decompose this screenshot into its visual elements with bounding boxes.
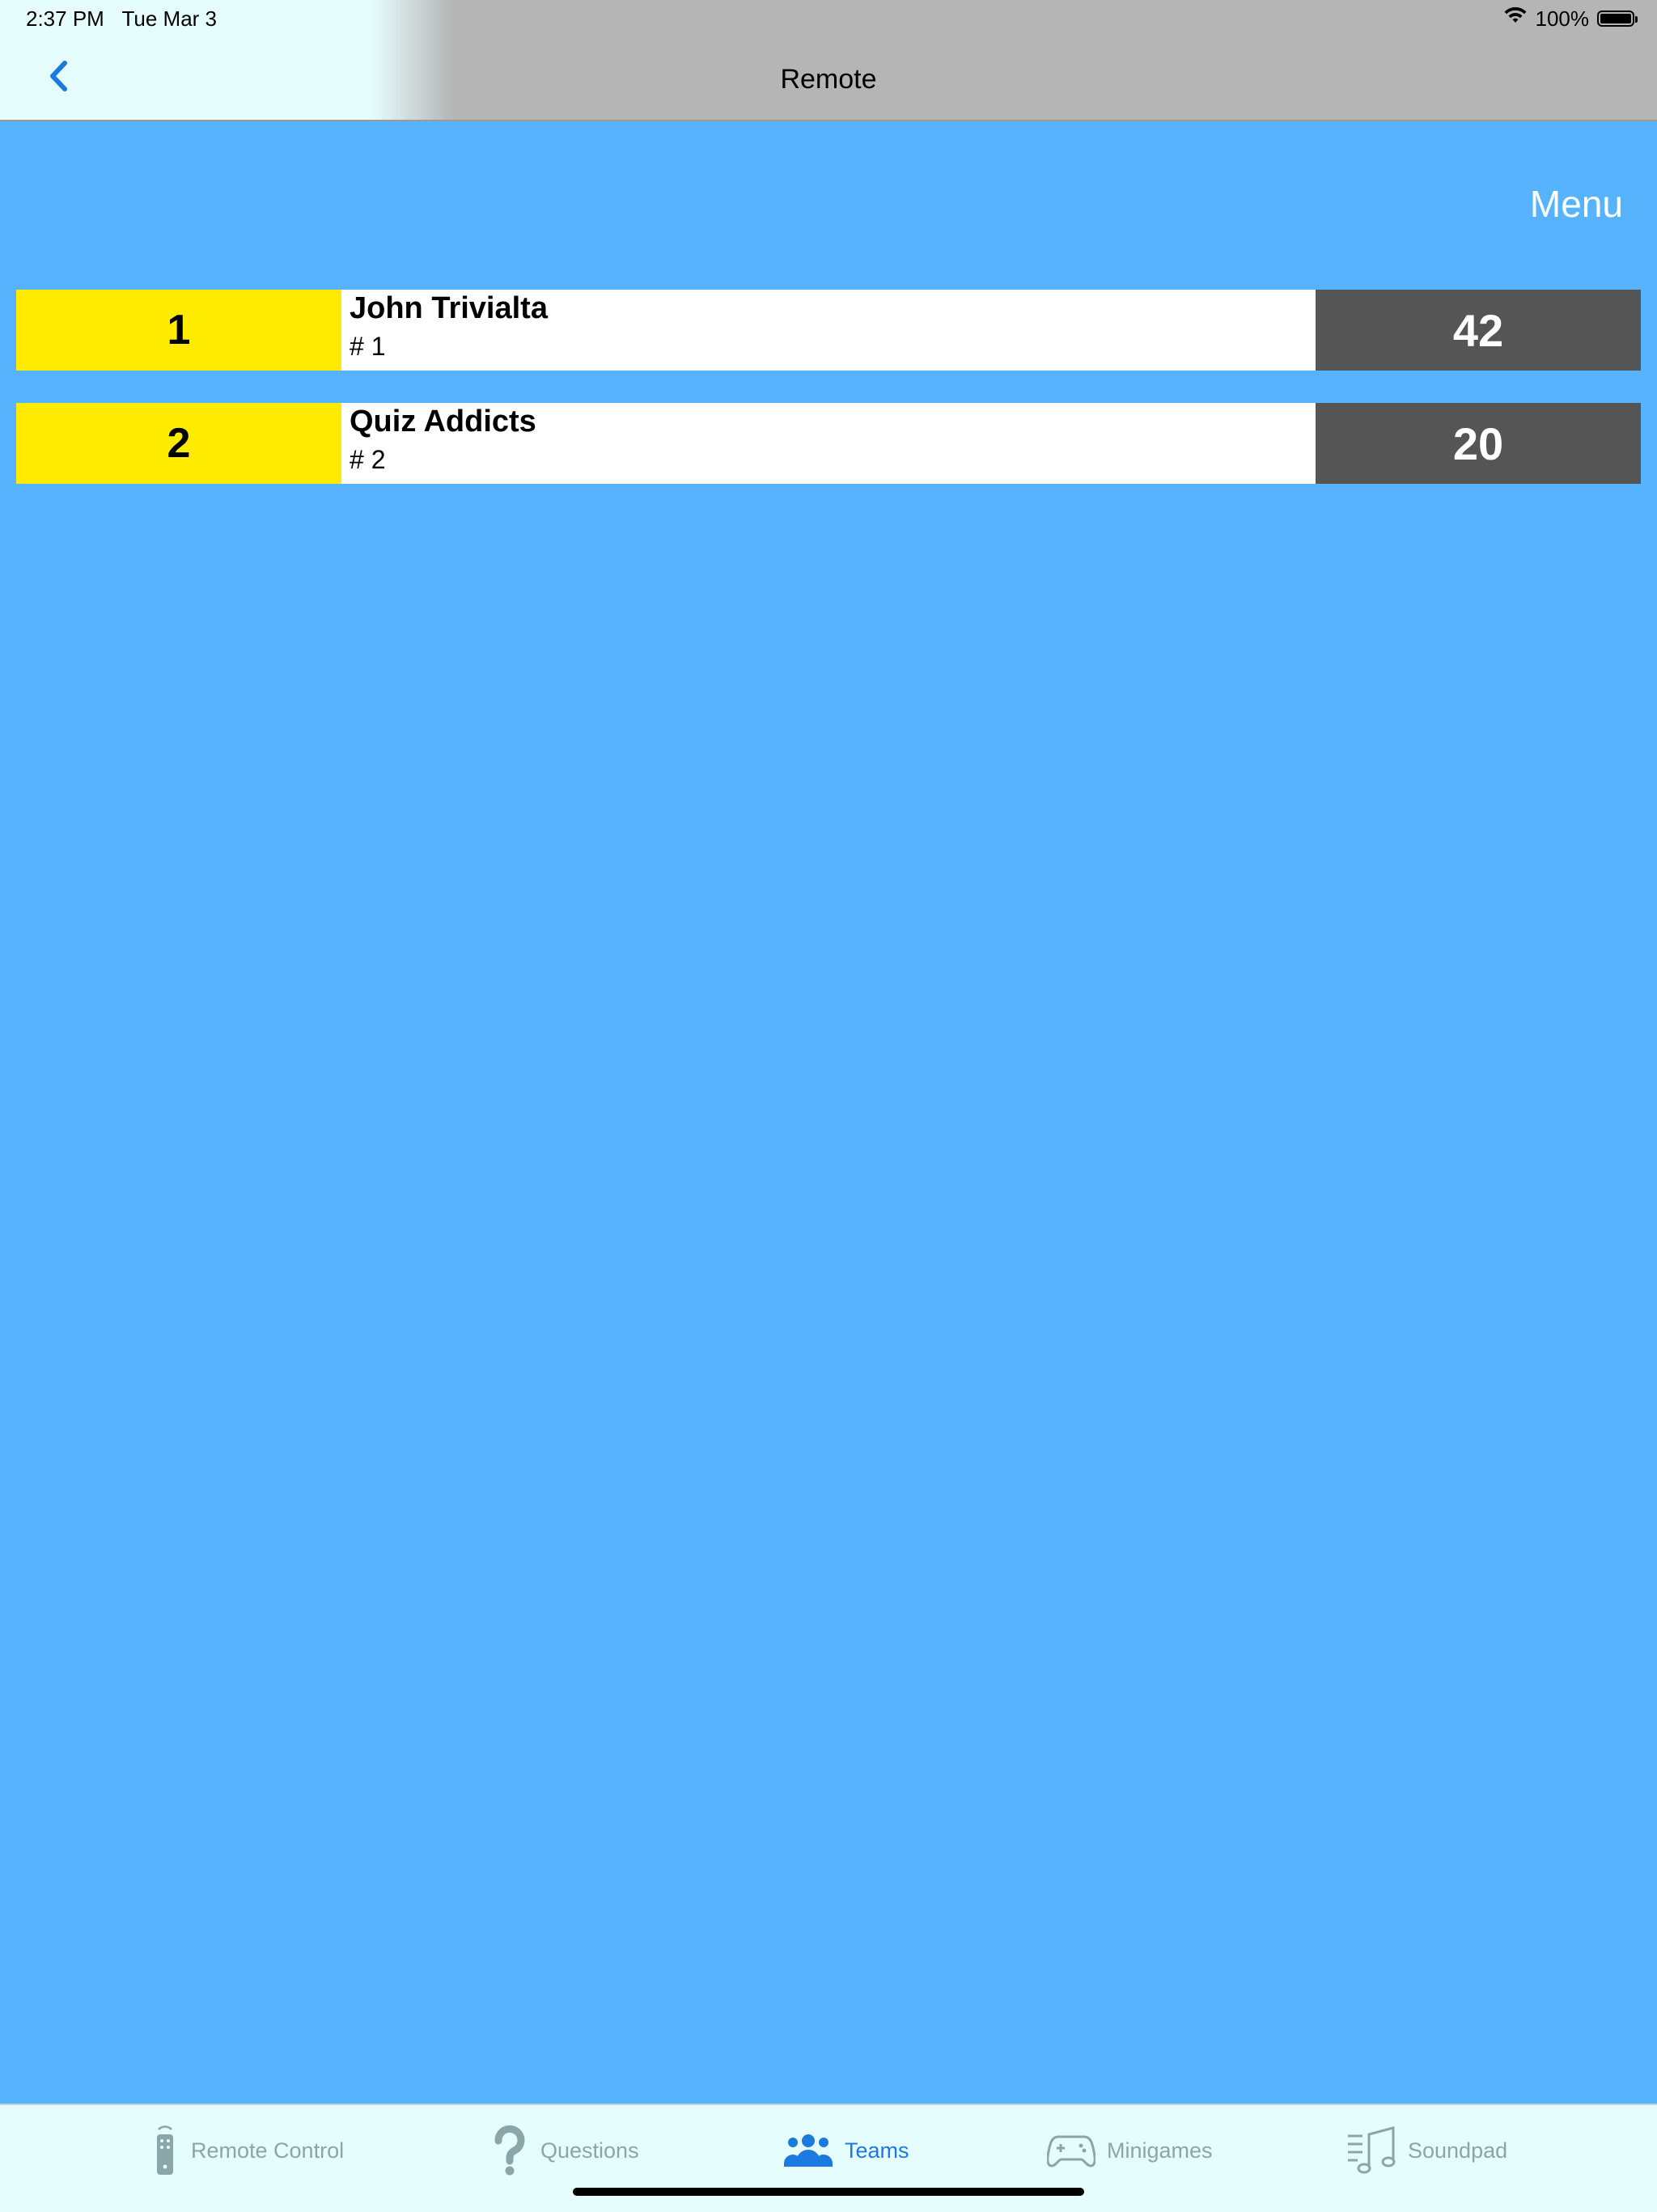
status-indicators: 100%: [1503, 5, 1638, 32]
tab-teams[interactable]: Teams: [783, 2123, 909, 2178]
team-rank: 1: [16, 290, 341, 371]
people-icon: [783, 2133, 833, 2168]
tab-soundpad[interactable]: Soundpad: [1346, 2123, 1507, 2178]
status-time: 2:37 PM Tue Mar 3: [26, 5, 217, 32]
question-mark-icon: [490, 2125, 529, 2176]
tab-label: Minigames: [1107, 2138, 1213, 2163]
team-info: John Trivialta # 1: [341, 290, 1316, 371]
team-info: Quiz Addicts # 2: [341, 403, 1316, 484]
wifi-icon: [1503, 6, 1528, 32]
battery-percent: 100%: [1535, 6, 1590, 31]
menu-button[interactable]: Menu: [1530, 181, 1623, 227]
top-bar: 2:37 PM Tue Mar 3 100% Remote: [0, 0, 1657, 121]
team-row[interactable]: 2 Quiz Addicts # 2 20: [16, 403, 1641, 484]
status-clock: 2:37 PM: [26, 6, 104, 31]
team-row[interactable]: 1 John Trivialta # 1 42: [16, 290, 1641, 371]
team-number: # 2: [350, 445, 386, 474]
page-title: Remote: [780, 64, 877, 95]
team-number: # 1: [350, 332, 386, 361]
team-score: 42: [1316, 290, 1641, 371]
tab-remote-control[interactable]: Remote Control: [150, 2123, 344, 2178]
home-indicator: [573, 2188, 1084, 2196]
music-note-icon: [1346, 2126, 1396, 2175]
remote-icon: [150, 2125, 180, 2176]
team-list: 1 John Trivialta # 1 42 2 Quiz Addicts #…: [16, 290, 1641, 516]
battery-icon: [1597, 11, 1638, 27]
tab-label: Soundpad: [1408, 2138, 1508, 2163]
tab-label: Teams: [845, 2138, 909, 2163]
tab-label: Remote Control: [191, 2138, 345, 2163]
team-name: Quiz Addicts: [350, 405, 536, 439]
tab-questions[interactable]: Questions: [490, 2123, 639, 2178]
tab-label: Questions: [540, 2138, 639, 2163]
team-rank: 2: [16, 403, 341, 484]
tab-minigames[interactable]: Minigames: [1047, 2123, 1213, 2178]
status-date: Tue Mar 3: [121, 6, 218, 31]
gamepad-icon: [1047, 2130, 1095, 2171]
team-name: John Trivialta: [350, 291, 548, 325]
team-score: 20: [1316, 403, 1641, 484]
